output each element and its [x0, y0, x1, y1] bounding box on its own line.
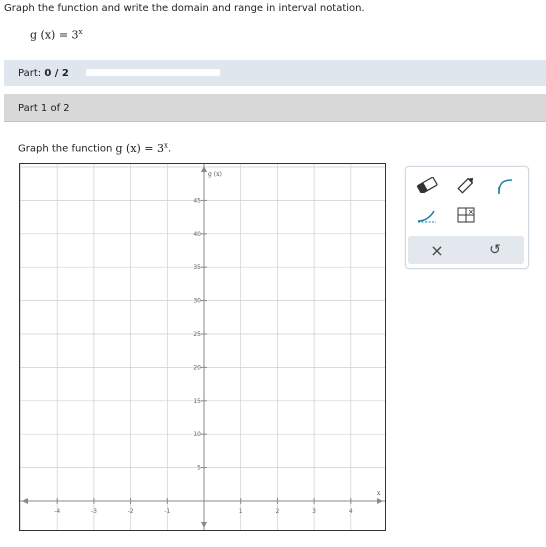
eraser-icon[interactable] — [414, 173, 440, 197]
x-axis-label: x — [377, 490, 381, 497]
x-tick-label: -1 — [164, 508, 170, 515]
x-tick-label: -4 — [54, 508, 60, 515]
no-solution-icon[interactable]: × — [453, 203, 479, 227]
instruction: Graph the function g (x) = 3x. — [18, 141, 172, 155]
question-formula: g (x) = 3x — [30, 28, 83, 42]
y-axis-arrow-down — [201, 522, 207, 528]
question-title: Graph the function and write the domain … — [4, 3, 365, 14]
part-progress-bar: Part: 0 / 2 — [4, 60, 546, 86]
toolbar-actions: × ↺ — [408, 236, 524, 264]
progress-track — [86, 69, 220, 76]
graph-grid: -4 -3 -2 -1 1 2 3 451015202530354045g (x)x — [20, 164, 385, 530]
y-tick-label: 30 — [193, 298, 201, 305]
y-tick-label: 15 — [193, 398, 201, 405]
x-axis-arrow-right — [377, 498, 383, 504]
x-tick-label: -2 — [128, 508, 134, 515]
x-tick-label: 3 — [312, 508, 316, 515]
undo-button[interactable]: ↺ — [482, 238, 508, 262]
graph-canvas[interactable]: -4 -3 -2 -1 1 2 3 4 5 10 15 20 25 30 35 40 45 g (x) x — [19, 163, 386, 531]
exponential-curve-icon[interactable] — [414, 203, 440, 227]
x-tick-label: 2 — [275, 508, 279, 515]
y-tick-label: 40 — [193, 231, 201, 238]
part-header: Part 1 of 2 — [4, 94, 546, 122]
undo-all-button[interactable]: × — [424, 238, 450, 262]
y-axis-label: g (x) — [208, 171, 222, 178]
y-tick-label: 5 — [197, 465, 201, 472]
x-tick-label: -3 — [91, 508, 97, 515]
graph-toolbar: × × ↺ — [405, 166, 529, 269]
svg-text:×: × — [468, 208, 474, 216]
x-tick-label: 4 — [349, 508, 353, 515]
y-tick-label: 20 — [193, 364, 201, 371]
x-axis-arrow-left — [22, 498, 28, 504]
y-tick-label: 10 — [193, 431, 201, 438]
x-tick-label: 1 — [239, 508, 243, 515]
close-icon: × — [430, 240, 444, 260]
part-header-label: Part 1 of 2 — [18, 103, 70, 114]
undo-icon: ↺ — [489, 242, 501, 258]
curve-icon[interactable] — [492, 173, 518, 197]
y-tick-label: 45 — [193, 197, 201, 204]
part-progress-label: Part: 0 / 2 — [18, 68, 69, 79]
pencil-icon[interactable] — [453, 173, 479, 197]
y-tick-label: 35 — [193, 264, 201, 271]
y-tick-label: 25 — [193, 331, 201, 338]
